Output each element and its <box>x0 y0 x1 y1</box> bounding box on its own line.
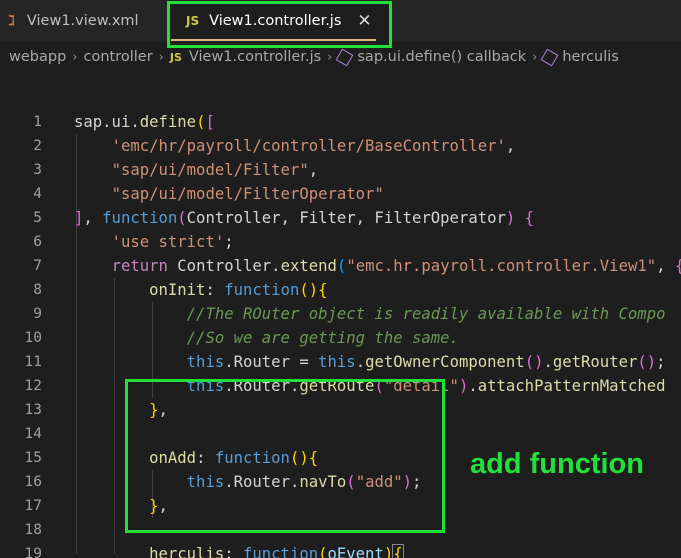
line-number: 17 <box>24 498 42 514</box>
line-number: 9 <box>33 306 42 322</box>
chevron-right-icon: › <box>327 49 333 65</box>
chevron-right-icon: › <box>532 49 538 65</box>
code-line-11: this.Router = this.getOwnerComponent().g… <box>186 353 666 371</box>
code-line-3: "sap/ui/model/Filter", <box>111 161 319 179</box>
code-line-4: "sap/ui/model/FilterOperator" <box>111 185 384 203</box>
code-line-5: ], function(Controller, Filter, FilterOp… <box>74 209 535 227</box>
breadcrumb-item-callback[interactable]: sap.ui.define() callback <box>357 49 526 65</box>
line-number: 15 <box>24 450 42 466</box>
code-line-6: 'use strict'; <box>111 233 234 251</box>
chevron-right-icon: › <box>158 49 164 65</box>
code-line-1: sap.ui.define([ <box>74 113 215 131</box>
line-number: 7 <box>33 258 42 274</box>
code-line-2: 'emc/hr/payroll/controller/BaseControlle… <box>111 137 516 155</box>
line-number: 4 <box>33 186 42 202</box>
tab-label: View1.view.xml <box>26 13 139 29</box>
breadcrumb-item-herculis[interactable]: herculis <box>562 49 619 65</box>
code-line-10: //So we are getting the same. <box>186 329 459 347</box>
annotation-tab-highlight <box>167 1 392 48</box>
code-line-19: herculis: function(oEvent){ <box>74 542 404 558</box>
xml-icon: ℷ <box>8 13 15 29</box>
line-number: 1 <box>33 114 42 130</box>
annotation-box <box>125 379 445 533</box>
code-line-9: //The ROuter object is readily available… <box>186 305 666 323</box>
breadcrumb-item-webapp[interactable]: webapp <box>9 49 66 65</box>
cube-icon <box>335 48 354 66</box>
line-number: 8 <box>33 282 42 298</box>
line-number: 3 <box>33 162 42 178</box>
line-number: 5 <box>33 210 42 226</box>
line-number: 2 <box>33 138 42 154</box>
breadcrumb-item-file[interactable]: View1.controller.js <box>189 49 321 65</box>
tab-view1-view-xml[interactable]: ℷ View1.view.xml <box>0 0 165 42</box>
line-number: 10 <box>24 330 42 346</box>
breadcrumb-item-controller[interactable]: controller <box>83 49 152 65</box>
line-number: 6 <box>33 234 42 250</box>
line-number: 18 <box>24 522 42 538</box>
js-icon: JS <box>169 50 182 64</box>
line-number: 19 <box>24 546 42 558</box>
line-number: 14 <box>24 426 42 442</box>
line-number: 16 <box>24 474 42 490</box>
code-line-8: onInit: function(){ <box>149 281 328 299</box>
chevron-right-icon: › <box>72 49 78 65</box>
breadcrumb: webapp › controller › JS View1.controlle… <box>0 44 681 70</box>
code-line-7: return Controller.extend("emc.hr.payroll… <box>111 257 681 275</box>
line-number: 12 <box>24 378 42 394</box>
cube-icon <box>540 48 559 66</box>
line-number: 11 <box>24 354 42 370</box>
line-number: 13 <box>24 402 42 418</box>
annotation-label: add function <box>470 448 644 480</box>
